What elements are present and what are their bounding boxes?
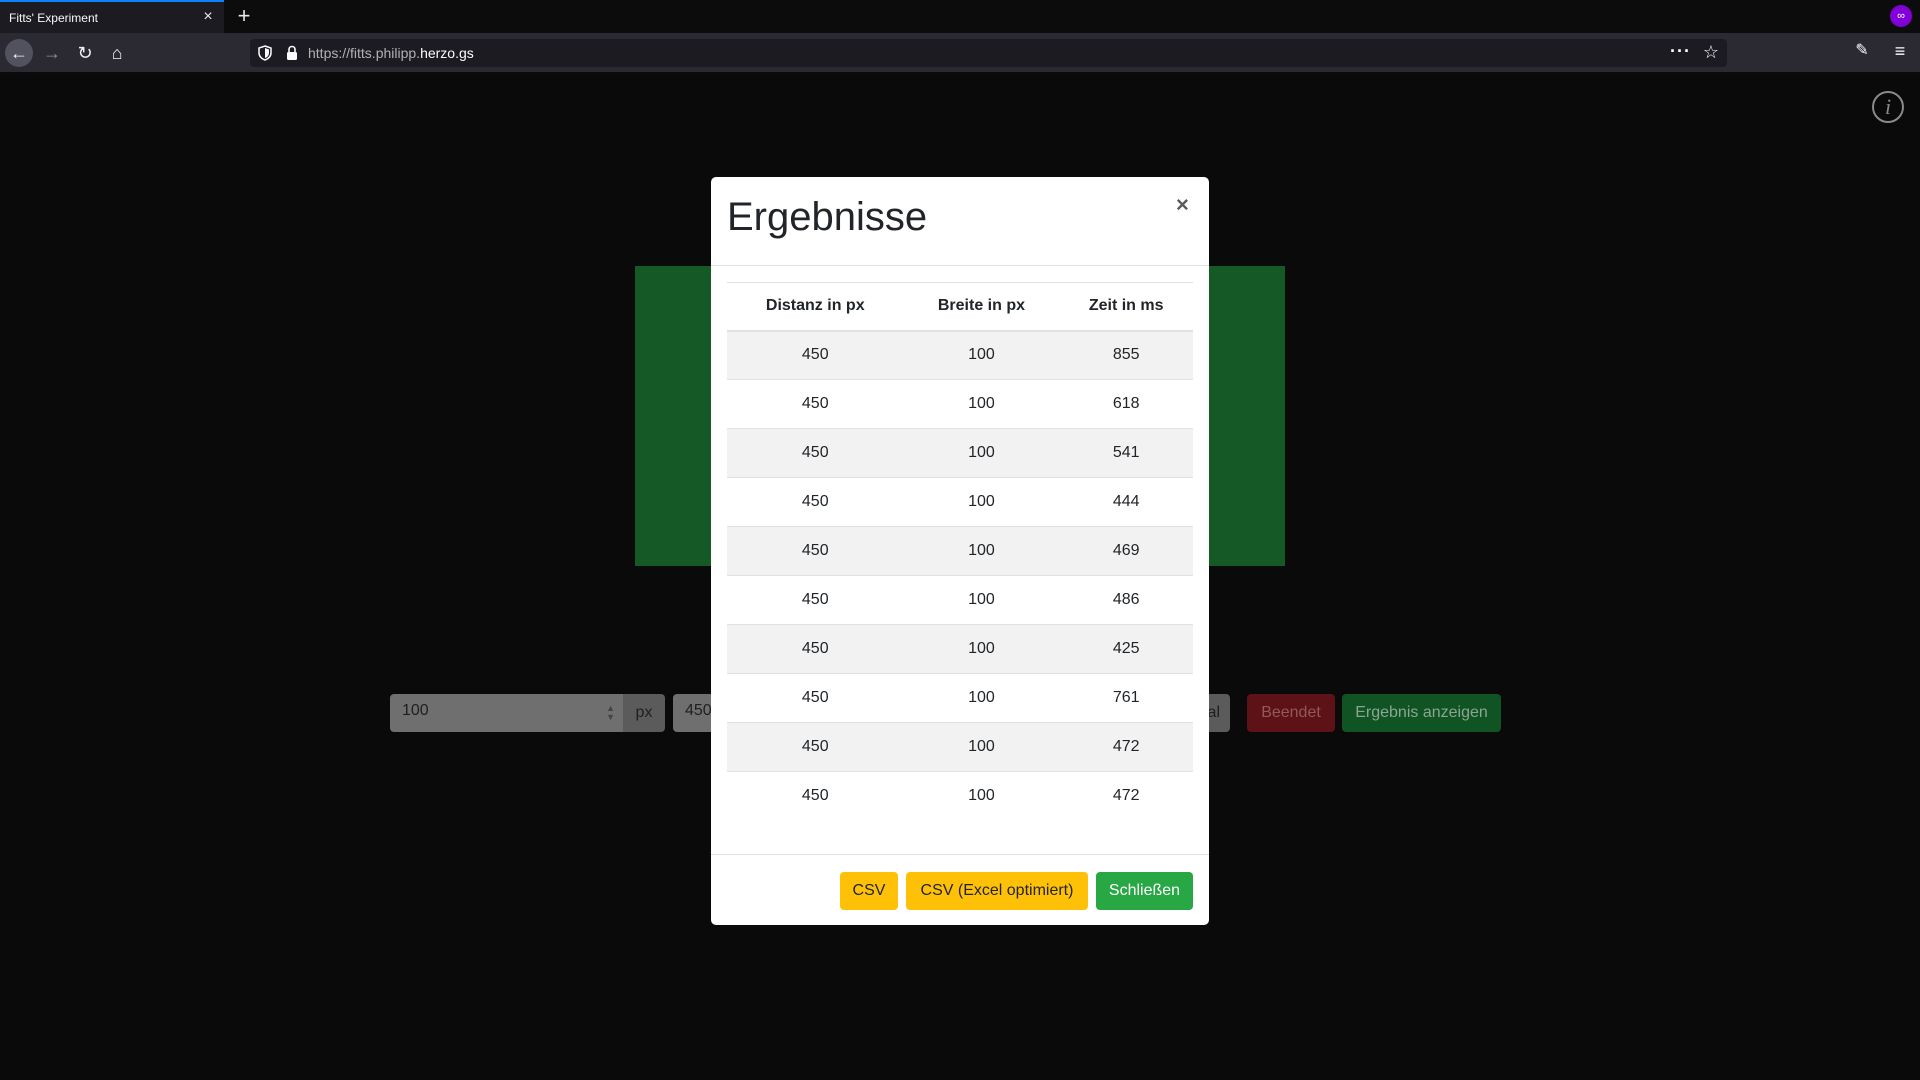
cell-distance: 450 xyxy=(727,379,904,429)
cell-distance: 450 xyxy=(727,330,904,380)
close-modal-button[interactable]: Schließen xyxy=(1096,872,1193,910)
results-modal: Ergebnisse × Distanz in px Breite in px … xyxy=(711,177,1209,925)
cell-distance: 450 xyxy=(727,575,904,625)
results-table: Distanz in px Breite in px Zeit in ms 45… xyxy=(727,282,1193,821)
modal-title: Ergebnisse xyxy=(727,195,928,239)
cell-time: 618 xyxy=(1059,379,1193,429)
table-row: 450 100 444 xyxy=(727,477,1193,527)
table-header-row: Distanz in px Breite in px Zeit in ms xyxy=(727,282,1193,332)
width-input[interactable]: 100 ▲ ▼ xyxy=(390,694,623,732)
table-row: 450 100 472 xyxy=(727,722,1193,772)
cell-time: 855 xyxy=(1059,330,1193,380)
table-row: 450 100 472 xyxy=(727,771,1193,821)
home-icon[interactable]: ⌂ xyxy=(103,39,131,67)
table-row: 450 100 761 xyxy=(727,673,1193,723)
table-row: 450 100 469 xyxy=(727,526,1193,576)
forward-icon[interactable]: → xyxy=(38,39,66,67)
tools-icon[interactable]: ✎ xyxy=(1852,41,1872,61)
table-row: 450 100 855 xyxy=(727,330,1193,380)
cell-width: 100 xyxy=(903,330,1060,380)
width-unit-addon: px xyxy=(623,694,665,732)
url-text[interactable]: https://fitts.philipp.herzo.gs xyxy=(308,45,474,61)
back-icon[interactable]: ← xyxy=(5,39,33,67)
cell-distance: 450 xyxy=(727,624,904,674)
table-row: 450 100 541 xyxy=(727,428,1193,478)
cell-time: 761 xyxy=(1059,673,1193,723)
cell-distance: 450 xyxy=(727,526,904,576)
reload-icon[interactable]: ↻ xyxy=(71,39,99,67)
cell-width: 100 xyxy=(903,526,1060,576)
cell-width: 100 xyxy=(903,379,1060,429)
column-header-distance: Distanz in px xyxy=(727,282,904,332)
close-icon[interactable]: × xyxy=(1176,192,1189,218)
cell-width: 100 xyxy=(903,428,1060,478)
private-browsing-icon: ∞ xyxy=(1890,5,1912,27)
cell-distance: 450 xyxy=(727,428,904,478)
table-row: 450 100 425 xyxy=(727,624,1193,674)
cell-width: 100 xyxy=(903,722,1060,772)
cell-time: 472 xyxy=(1059,771,1193,821)
cell-distance: 450 xyxy=(727,722,904,772)
page-content: i 100 ▲▼ px 450 Mal Beendet Ergebnis anz… xyxy=(0,74,1920,1080)
tab-fitts-experiment[interactable]: Fitts' Experiment × xyxy=(0,0,224,33)
page-actions-icon[interactable]: ··· xyxy=(1670,41,1691,62)
cell-time: 425 xyxy=(1059,624,1193,674)
cell-width: 100 xyxy=(903,575,1060,625)
cell-width: 100 xyxy=(903,771,1060,821)
csv-download-button[interactable]: CSV xyxy=(840,872,898,910)
tab-title: Fitts' Experiment xyxy=(9,11,98,25)
hamburger-menu-icon[interactable]: ≡ xyxy=(1890,41,1910,61)
column-header-width: Breite in px xyxy=(903,282,1060,332)
table-row: 450 100 618 xyxy=(727,379,1193,429)
distance-input-value: 450 xyxy=(685,702,712,719)
csv-excel-download-button[interactable]: CSV (Excel optimiert) xyxy=(906,872,1088,910)
cell-distance: 450 xyxy=(727,771,904,821)
url-prefix: https://fitts.philipp. xyxy=(308,45,421,61)
lock-icon[interactable] xyxy=(286,45,298,61)
url-domain: herzo.gs xyxy=(420,45,474,61)
new-tab-icon[interactable]: + xyxy=(232,4,256,28)
bookmark-star-icon[interactable]: ☆ xyxy=(1703,42,1719,63)
cell-time: 541 xyxy=(1059,428,1193,478)
modal-footer-divider xyxy=(711,854,1209,855)
cell-width: 100 xyxy=(903,477,1060,527)
table-row: 450 100 486 xyxy=(727,575,1193,625)
cell-time: 444 xyxy=(1059,477,1193,527)
tab-close-icon[interactable]: × xyxy=(200,9,216,25)
cell-time: 469 xyxy=(1059,526,1193,576)
spinner-icon[interactable]: ▲ ▼ xyxy=(606,704,615,722)
tab-bar: Fitts' Experiment × + ∞ xyxy=(0,0,1920,33)
column-header-time: Zeit in ms xyxy=(1059,282,1193,332)
cell-time: 486 xyxy=(1059,575,1193,625)
cell-distance: 450 xyxy=(727,477,904,527)
navigation-bar: ← → ↻ ⌂ https://fitts.philipp.herzo.gs ·… xyxy=(0,33,1920,73)
cell-width: 100 xyxy=(903,673,1060,723)
finished-button[interactable]: Beendet xyxy=(1247,694,1335,732)
info-icon[interactable]: i xyxy=(1872,91,1904,123)
width-input-value: 100 xyxy=(402,702,429,719)
cell-width: 100 xyxy=(903,624,1060,674)
cell-distance: 450 xyxy=(727,673,904,723)
url-bar[interactable]: https://fitts.philipp.herzo.gs ··· ☆ xyxy=(250,39,1727,67)
modal-header-divider xyxy=(711,265,1209,266)
show-result-button[interactable]: Ergebnis anzeigen xyxy=(1342,694,1501,732)
cell-time: 472 xyxy=(1059,722,1193,772)
shield-icon[interactable] xyxy=(258,45,272,61)
